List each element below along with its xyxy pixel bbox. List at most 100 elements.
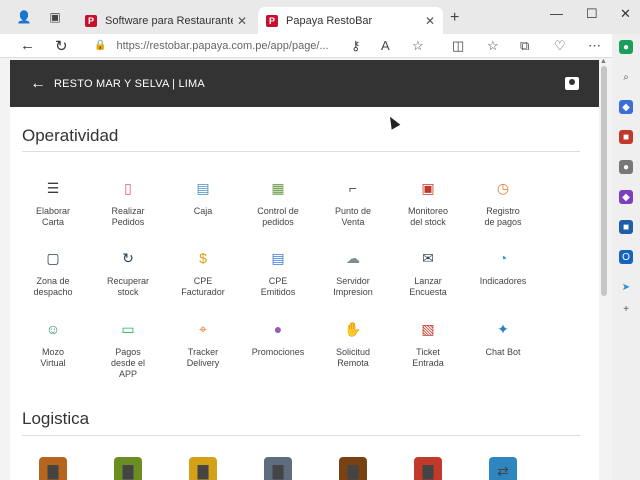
logistica-item[interactable]: ▇	[165, 457, 241, 480]
item-label: Promociones	[251, 347, 305, 357]
copilot-icon[interactable]: ●	[619, 40, 633, 54]
address-bar[interactable]: 🔒 https://restobar.papaya.com.pe/app/pag…	[94, 35, 380, 56]
browser-tab-bar: 👤 ▣ P Software para Restaurante - Pap ✕ …	[0, 0, 640, 34]
operatividad-item[interactable]: ☰ Elaborar Carta	[15, 174, 91, 228]
operatividad-item[interactable]: ▤ CPE Emitidos	[240, 244, 316, 298]
close-icon[interactable]: ✕	[237, 14, 247, 28]
maximize-icon[interactable]: ☐	[586, 6, 598, 22]
window-close-icon[interactable]: ✕	[620, 6, 631, 22]
logistica-item[interactable]: ▇	[390, 457, 466, 480]
operatividad-item[interactable]: ▭ Pagos desde el APP	[90, 315, 166, 380]
barcode-scanner-icon: ⌐	[348, 179, 358, 196]
close-icon[interactable]: ✕	[425, 14, 435, 28]
browser-tab-restobar[interactable]: P Papaya RestoBar ✕	[258, 7, 443, 34]
operatividad-item[interactable]: ☺ Mozo Virtual	[15, 315, 91, 369]
operatividad-item[interactable]: ▦ Control de pedidos	[240, 174, 316, 228]
reload-icon[interactable]: ↻	[55, 37, 68, 55]
stock-monitor-icon: ▣	[421, 179, 435, 196]
people-icon[interactable]: ●	[619, 160, 633, 174]
notebook-icon: ▇	[264, 457, 292, 480]
item-label: Servidor Impresion	[333, 276, 373, 297]
favorites-icon[interactable]: ☆	[487, 38, 499, 54]
item-label: Tracker Delivery	[186, 347, 220, 368]
item-label: Zona de despacho	[33, 276, 73, 297]
operatividad-item[interactable]: ▤ Caja	[165, 174, 241, 217]
operatividad-item[interactable]: ▣ Monitoreo del stock	[390, 174, 466, 228]
item-label: Monitoreo del stock	[407, 206, 449, 227]
browser-essentials-icon[interactable]: ♡	[554, 38, 566, 54]
warehouse-icon: ▇	[39, 457, 67, 480]
item-label: Ticket Entrada	[412, 347, 444, 368]
survey-icon: ✉	[422, 249, 434, 266]
remote-request-icon: ✋	[344, 320, 362, 337]
browser-tab-software[interactable]: P Software para Restaurante - Pap ✕	[77, 7, 255, 34]
browser-nav-bar: ← ↻ 🔒 https://restobar.papaya.com.pe/app…	[0, 34, 612, 58]
logistica-item[interactable]: ▇	[315, 457, 391, 480]
menu-board-icon: ☰	[46, 179, 60, 196]
operatividad-item[interactable]: ↻ Recuperar stock	[90, 244, 166, 298]
tools-icon[interactable]: ■	[619, 130, 633, 144]
tablet-hand-icon: ▯	[124, 179, 132, 196]
item-label: Mozo Virtual	[40, 347, 66, 368]
item-label: Registro de pagos	[484, 206, 522, 227]
operatividad-item[interactable]: ● Promociones	[240, 315, 316, 358]
operatividad-item[interactable]: ⌐ Punto de Venta	[315, 174, 391, 228]
favorite-star-icon[interactable]: ☆	[412, 38, 424, 54]
item-label: Lanzar Encuesta	[409, 276, 447, 297]
chatbot-icon: ✦	[497, 320, 509, 337]
collections-icon[interactable]: ⧉	[520, 38, 529, 54]
split-screen-icon[interactable]: ◫	[452, 38, 464, 54]
operatividad-item[interactable]: ◷ Registro de pagos	[465, 174, 541, 228]
item-label: CPE Emitidos	[260, 276, 296, 297]
operatividad-item[interactable]: ✦ Chat Bot	[465, 315, 541, 358]
more-icon[interactable]: ⋯	[588, 38, 601, 54]
operatividad-item[interactable]: ✉ Lanzar Encuesta	[390, 244, 466, 298]
operatividad-item[interactable]: ◔ Indicadores	[465, 244, 541, 287]
item-label: Punto de Venta	[334, 206, 372, 227]
store-name: RESTO MAR Y SELVA | LIMA	[54, 77, 205, 90]
logistica-item[interactable]: ⇄	[465, 457, 541, 480]
scroll-up-icon[interactable]: ▲	[600, 58, 607, 65]
new-tab-icon[interactable]: +	[450, 9, 459, 27]
add-icon[interactable]: +	[619, 302, 633, 316]
logistica-item[interactable]: ▇	[90, 457, 166, 480]
item-label: Indicadores	[479, 276, 527, 286]
games-icon[interactable]: ◆	[619, 190, 633, 204]
invoice-icon: $	[199, 249, 207, 266]
logistica-item[interactable]: ▇	[240, 457, 316, 480]
send-icon[interactable]: ➤	[619, 280, 633, 294]
cloud-server-icon: ☁	[346, 249, 360, 266]
operatividad-item[interactable]: ✋ Solicitud Remota	[315, 315, 391, 369]
shopping-icon[interactable]: ◆	[619, 100, 633, 114]
item-label: Caja	[193, 206, 213, 216]
indicators-chart-icon: ◔	[498, 249, 508, 266]
item-label: CPE Facturador	[181, 276, 225, 297]
item-label: Control de pedidos	[257, 206, 299, 227]
tab-title: Software para Restaurante - Pap	[105, 14, 233, 27]
edge-sidebar: ● ⌕ ◆ ■ ● ◆ ■ O ➤ +	[612, 34, 640, 480]
contact-card-icon[interactable]	[565, 77, 579, 90]
search-icon[interactable]: ⌕	[619, 70, 633, 84]
key-icon[interactable]: ⚷	[351, 38, 361, 54]
ticket-icon: ▧	[421, 320, 435, 337]
operatividad-item[interactable]: $ CPE Facturador	[165, 244, 241, 298]
operatividad-item[interactable]: ⌖ Tracker Delivery	[165, 315, 241, 369]
operatividad-item[interactable]: ▯ Realizar Pedidos	[90, 174, 166, 228]
logistica-item[interactable]: ▇	[15, 457, 91, 480]
profile-icon[interactable]: 👤	[16, 9, 32, 25]
scrollbar[interactable]	[601, 66, 607, 296]
outlook-icon[interactable]: O	[619, 250, 633, 264]
read-aloud-icon[interactable]: A	[381, 38, 390, 53]
minimize-icon[interactable]: —	[550, 6, 563, 21]
microsoft-icon[interactable]: ■	[619, 220, 633, 234]
item-label: Recuperar stock	[106, 276, 150, 297]
item-label: Solicitud Remota	[335, 347, 371, 368]
back-arrow-icon[interactable]: ←	[20, 37, 35, 54]
papaya-favicon-icon: P	[85, 14, 97, 27]
operatividad-item[interactable]: ▢ Zona de despacho	[15, 244, 91, 298]
refresh-icon: ↻	[122, 249, 134, 266]
operatividad-item[interactable]: ▧ Ticket Entrada	[390, 315, 466, 369]
tab-actions-icon[interactable]: ▣	[47, 9, 63, 25]
operatividad-item[interactable]: ☁ Servidor Impresion	[315, 244, 391, 298]
back-arrow-icon[interactable]: ←	[30, 75, 46, 93]
